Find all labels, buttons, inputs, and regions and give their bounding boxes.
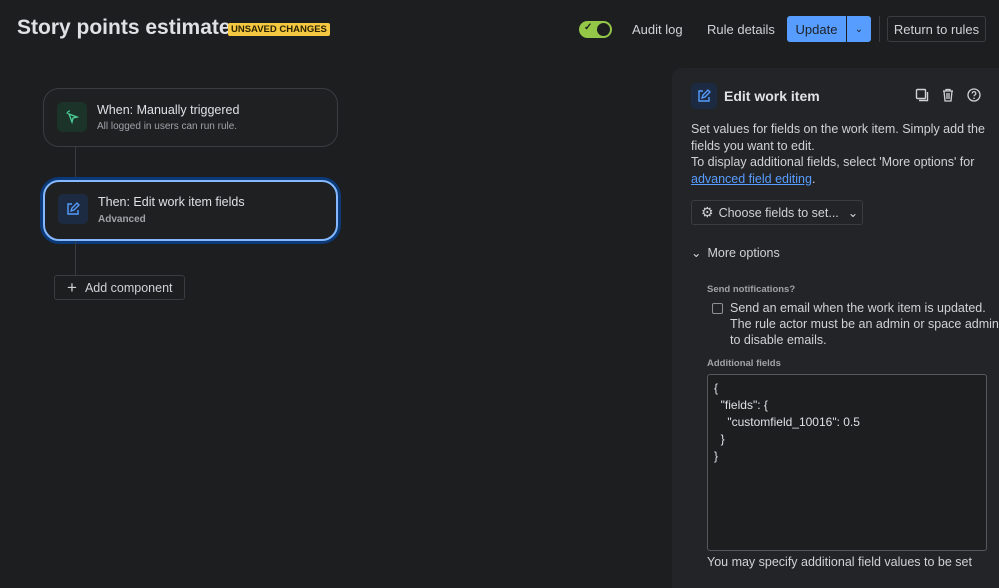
update-button[interactable]: Update: [787, 16, 846, 42]
unsaved-changes-badge: UNSAVED CHANGES: [228, 23, 330, 36]
update-dropdown-button[interactable]: ⌄: [847, 16, 871, 42]
chevron-down-icon: ⌄: [854, 23, 864, 35]
advanced-field-editing-link[interactable]: advanced field editing: [691, 172, 812, 186]
rule-enabled-toggle[interactable]: ✓: [579, 21, 612, 38]
choose-fields-label: Choose fields to set...: [718, 205, 839, 220]
description-text: To display additional fields, select 'Mo…: [691, 155, 975, 169]
edit-icon: [58, 194, 88, 224]
trash-icon[interactable]: [941, 88, 957, 104]
connector-line: [75, 147, 76, 180]
choose-fields-dropdown[interactable]: ⚙ Choose fields to set... ⌄: [691, 200, 863, 225]
trigger-title: When: Manually triggered: [97, 103, 240, 117]
gear-icon: ⚙: [701, 204, 714, 220]
rule-details-link[interactable]: Rule details: [707, 22, 775, 37]
cursor-trigger-icon: [57, 102, 87, 132]
panel-title: Edit work item: [724, 88, 820, 104]
action-title: Then: Edit work item fields: [98, 195, 245, 209]
edit-icon: [691, 83, 717, 109]
help-icon[interactable]: [967, 88, 983, 104]
additional-fields-label: Additional fields: [707, 358, 781, 369]
more-options-toggle[interactable]: ⌄ More options: [691, 245, 780, 261]
panel-description: Set values for fields on the work item. …: [691, 121, 991, 187]
trigger-card[interactable]: When: Manually triggered All logged in u…: [43, 88, 338, 147]
description-text: Set values for fields on the work item. …: [691, 122, 985, 153]
plus-icon: +: [67, 277, 77, 297]
duplicate-icon[interactable]: [915, 88, 931, 104]
send-email-checkbox[interactable]: [712, 303, 723, 314]
add-component-label: Add component: [84, 280, 173, 295]
description-text: .: [811, 171, 816, 186]
more-options-label: More options: [707, 245, 780, 260]
page-title: Story points estimate: [17, 16, 231, 39]
trigger-subtitle: All logged in users can run rule.: [97, 121, 238, 132]
action-subtitle: Advanced: [98, 214, 146, 225]
chevron-down-icon: ⌄: [847, 206, 859, 220]
add-component-button[interactable]: + Add component: [54, 275, 185, 300]
additional-fields-textarea[interactable]: { "fields": { "customfield_10016": 0.5 }…: [707, 374, 987, 551]
send-email-text: Send an email when the work item is upda…: [730, 301, 999, 347]
return-to-rules-button[interactable]: Return to rules: [887, 16, 986, 42]
send-notifications-label: Send notifications?: [707, 284, 796, 295]
check-icon: ✓: [584, 22, 593, 33]
edit-work-item-panel: Edit work item Set values for fields on …: [672, 68, 999, 588]
audit-log-link[interactable]: Audit log: [632, 22, 683, 37]
additional-fields-help: You may specify additional field values …: [707, 555, 972, 569]
action-card[interactable]: Then: Edit work item fields Advanced: [43, 180, 338, 241]
divider: [879, 16, 880, 42]
connector-line: [75, 241, 76, 275]
chevron-down-icon: ⌄: [691, 246, 702, 260]
